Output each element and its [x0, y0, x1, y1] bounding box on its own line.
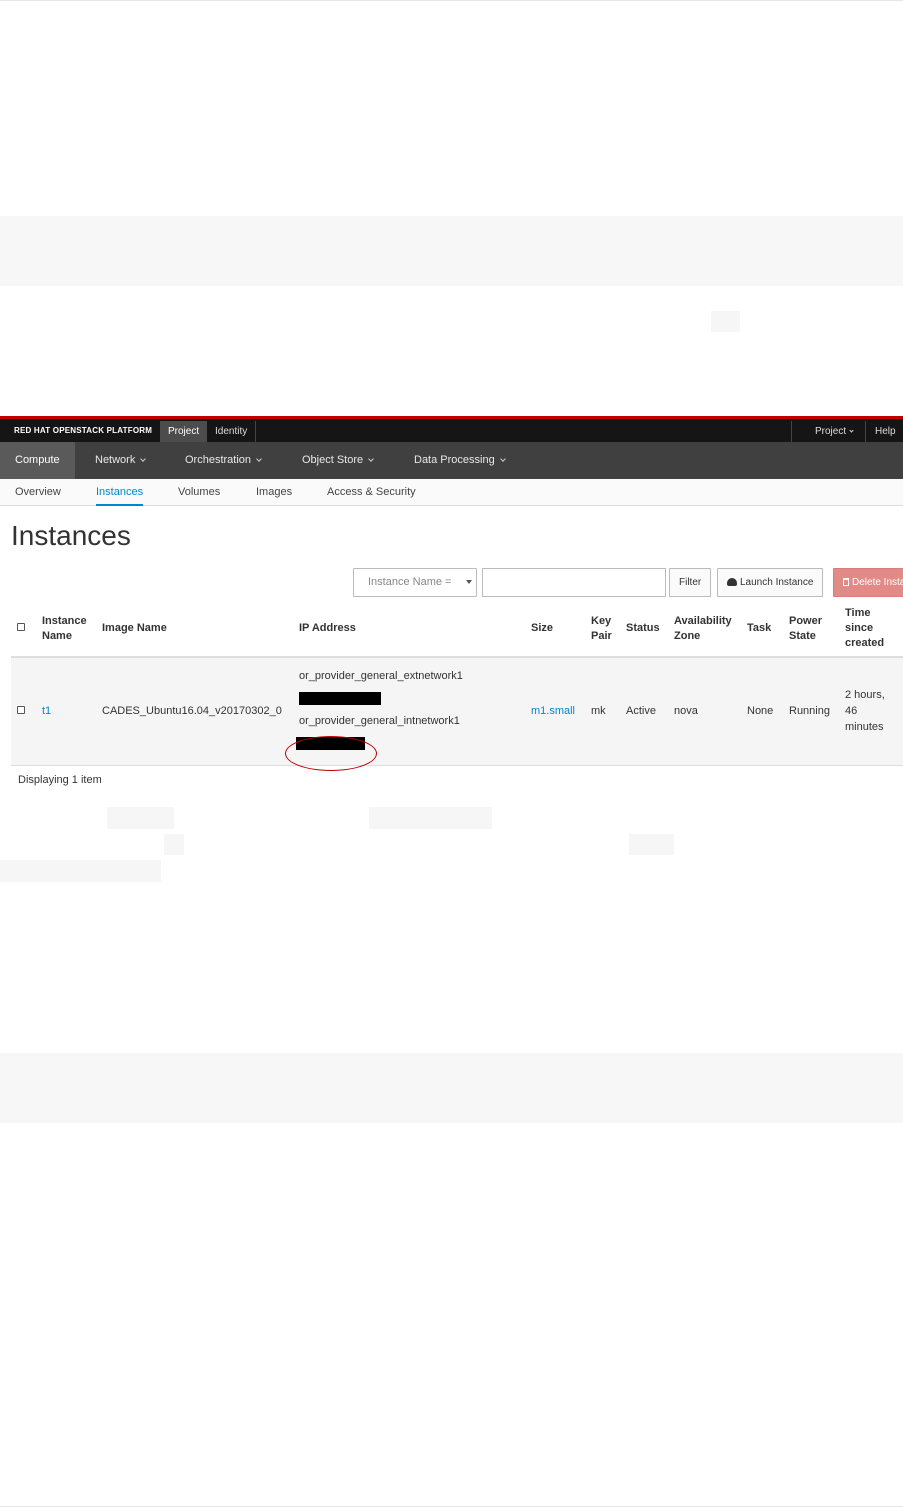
flavor-link[interactable]: m1.small — [531, 705, 575, 717]
delete-instances-button[interactable]: Delete Insta — [833, 568, 903, 597]
project-menu[interactable]: Project — [807, 421, 861, 442]
select-all-checkbox[interactable] — [17, 623, 25, 631]
cloud-upload-icon — [727, 578, 737, 586]
table-row: t1 CADES_Ubuntu16.04_v20170302_0 or_prov… — [11, 657, 903, 772]
nav-compute[interactable]: Compute — [0, 442, 75, 479]
row-select-cell — [11, 657, 36, 766]
filter-field-label: Instance Name = — [368, 576, 452, 588]
nav-network-label: Network — [95, 454, 136, 466]
power-state-cell: Running — [783, 657, 839, 766]
col-time-since-created[interactable]: Time since created — [839, 601, 903, 658]
tab-identity[interactable]: Identity — [207, 421, 255, 442]
nav-orchestration[interactable]: Orchestration — [185, 442, 262, 479]
openstack-window: RED HAT OPENSTACK PLATFORM Project Ident… — [0, 416, 903, 798]
nav-data-processing-label: Data Processing — [414, 454, 495, 466]
faint-block — [711, 311, 740, 332]
status-cell: Active — [620, 657, 668, 766]
sub-nav: Overview Instances Volumes Images Access… — [0, 479, 903, 506]
select-all-cell — [11, 601, 36, 658]
col-availability-zone[interactable]: Availability Zone — [668, 601, 741, 658]
faint-block — [107, 807, 174, 829]
faint-block — [164, 834, 184, 855]
col-instance-name[interactable]: Instance Name — [36, 601, 96, 658]
brand-logo: RED HAT OPENSTACK PLATFORM — [14, 426, 153, 435]
filter-button[interactable]: Filter — [669, 568, 712, 597]
instance-link[interactable]: t1 — [42, 705, 51, 717]
col-size[interactable]: Size — [525, 601, 585, 658]
main-nav: Compute Network Orchestration Object Sto… — [0, 442, 903, 479]
tab-instances[interactable]: Instances — [96, 479, 144, 506]
highlight-circle — [285, 736, 377, 772]
col-ip-address[interactable]: IP Address — [293, 601, 525, 658]
key-pair-cell: mk — [585, 657, 620, 766]
faint-block — [369, 807, 492, 829]
time-since-created-cell: 2 hours, 46 minutes — [839, 657, 903, 766]
availability-zone-cell: nova — [668, 657, 741, 766]
launch-instance-label: Launch Instance — [740, 577, 814, 588]
chevron-down-icon — [368, 456, 374, 462]
nav-data-processing[interactable]: Data Processing — [414, 442, 506, 479]
size-cell: m1.small — [525, 657, 585, 766]
instance-name-cell: t1 — [36, 657, 96, 766]
brand-bar: RED HAT OPENSTACK PLATFORM Project Ident… — [0, 419, 903, 442]
trash-icon — [843, 578, 849, 586]
network-name: or_provider_general_intnetwork1 — [299, 715, 460, 728]
tab-access-security[interactable]: Access & Security — [327, 479, 416, 506]
nav-object-store[interactable]: Object Store — [302, 442, 374, 479]
page-title: Instances — [11, 520, 131, 551]
faint-block — [629, 834, 674, 855]
filter-input[interactable] — [482, 568, 666, 597]
divider — [865, 421, 866, 442]
task-cell: None — [741, 657, 783, 766]
faint-block — [0, 860, 161, 882]
divider — [791, 421, 792, 442]
tab-overview[interactable]: Overview — [15, 479, 61, 506]
gray-band — [0, 1053, 903, 1123]
nav-object-store-label: Object Store — [302, 454, 364, 466]
col-task[interactable]: Task — [741, 601, 783, 658]
top-rule — [0, 0, 903, 1]
chevron-down-icon — [256, 456, 262, 462]
tab-images[interactable]: Images — [256, 479, 292, 506]
item-count: Displaying 1 item — [18, 774, 102, 786]
caret-down-icon — [466, 580, 472, 584]
network-name: or_provider_general_extnetwork1 — [299, 670, 463, 683]
chevron-down-icon — [140, 456, 147, 462]
nav-network[interactable]: Network — [95, 442, 147, 479]
chevron-down-icon — [849, 428, 854, 433]
image-name-cell: CADES_Ubuntu16.04_v20170302_0 — [96, 657, 293, 766]
ip-address-cell: or_provider_general_extnetwork1 or_provi… — [285, 657, 525, 772]
project-menu-label: Project — [815, 426, 847, 437]
nav-orchestration-label: Orchestration — [185, 454, 252, 466]
launch-instance-button[interactable]: Launch Instance — [717, 568, 824, 597]
divider — [255, 421, 256, 442]
row-checkbox[interactable] — [17, 706, 25, 715]
redacted-ip — [299, 692, 381, 706]
gray-band — [0, 216, 903, 286]
delete-instances-label: Delete Insta — [852, 577, 903, 588]
chevron-down-icon — [499, 456, 506, 462]
col-power-state[interactable]: Power State — [783, 601, 839, 658]
table-header-row: Instance Name Image Name IP Address Size… — [11, 601, 903, 658]
col-image-name[interactable]: Image Name — [96, 601, 293, 658]
filter-field-select[interactable]: Instance Name = — [353, 568, 477, 597]
tab-project[interactable]: Project — [160, 421, 208, 442]
col-key-pair[interactable]: Key Pair — [585, 601, 620, 658]
help-link[interactable]: Help — [867, 421, 903, 442]
col-status[interactable]: Status — [620, 601, 668, 658]
bottom-rule — [0, 1506, 903, 1507]
instances-table: Instance Name Image Name IP Address Size… — [11, 601, 903, 772]
tab-volumes[interactable]: Volumes — [178, 479, 220, 506]
